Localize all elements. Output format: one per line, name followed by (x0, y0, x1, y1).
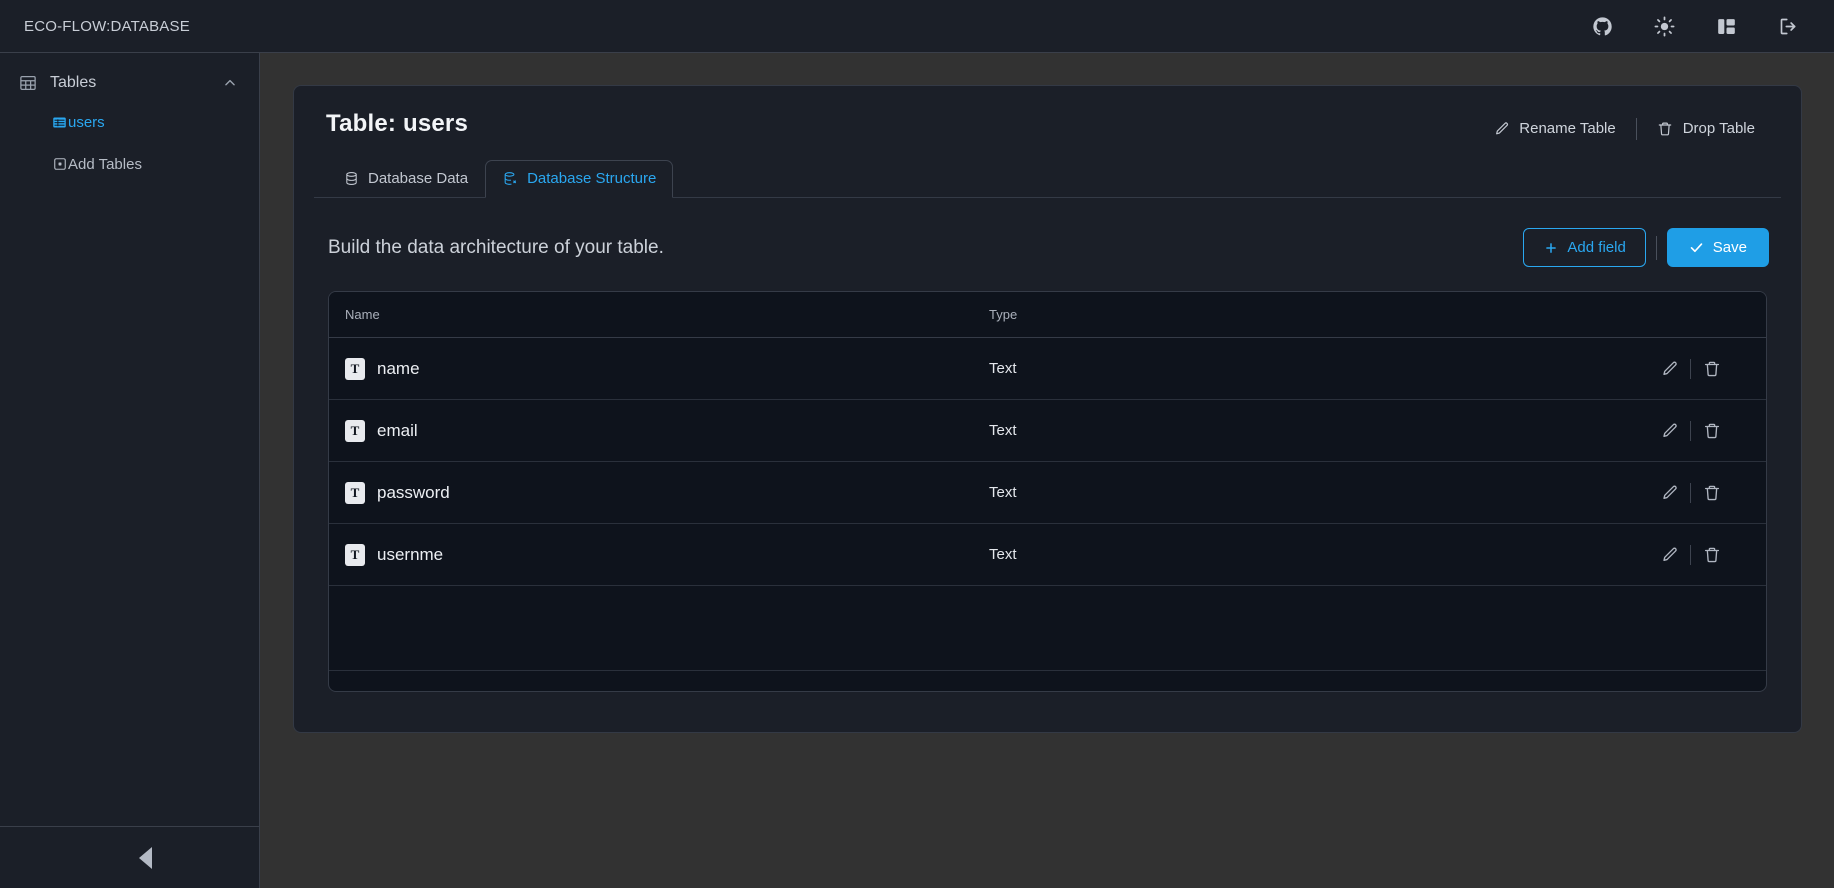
builder-bar: Build the data architecture of your tabl… (294, 198, 1801, 267)
field-name-label: usernme (377, 544, 444, 564)
builder-action-divider (1655, 235, 1657, 260)
field-name-label: password (377, 482, 450, 502)
add-field-button[interactable]: Add field (1523, 228, 1646, 267)
top-bar: ECO-FLOW:DATABASE (0, 0, 1834, 53)
text-type-icon: T (345, 357, 365, 380)
add-square-icon (52, 157, 67, 172)
table-row: T usernme Text (329, 524, 1766, 586)
sidebar-item-add-tables[interactable]: Add Tables (0, 147, 259, 181)
save-button[interactable]: Save (1666, 228, 1769, 267)
column-header-type: Type (989, 307, 1018, 322)
table-row: T name Text (329, 338, 1766, 400)
trash-icon (1657, 120, 1674, 137)
fields-table-header: Name Type (329, 292, 1766, 338)
text-type-icon: T (345, 543, 365, 566)
field-name-cell: T name (329, 357, 989, 380)
tab-bar: Database Data Database Structure (294, 160, 1801, 198)
delete-field-icon[interactable] (1702, 421, 1721, 440)
sidebar-item-add-tables-label: Add Tables (68, 155, 142, 173)
github-icon[interactable] (1590, 14, 1614, 38)
plus-icon (1543, 240, 1558, 255)
row-action-divider (1690, 544, 1691, 565)
table-small-icon (52, 115, 67, 130)
tab-database-structure[interactable]: Database Structure (485, 160, 674, 198)
page-title: Table: users (326, 110, 469, 137)
field-name-label: name (377, 358, 420, 378)
edit-field-icon[interactable] (1660, 359, 1679, 378)
save-label: Save (1712, 239, 1747, 256)
rename-table-button[interactable]: Rename Table (1479, 116, 1629, 141)
edit-field-icon[interactable] (1660, 545, 1679, 564)
drop-table-label: Drop Table (1682, 120, 1755, 137)
sidebar-section-label: Tables (50, 74, 97, 91)
layout-panel-icon[interactable] (1714, 14, 1738, 38)
topbar-actions (1590, 14, 1812, 38)
tab-database-structure-label: Database Structure (527, 170, 657, 187)
tab-database-data-label: Database Data (368, 170, 469, 187)
pencil-icon (1493, 120, 1510, 137)
app-brand: ECO-FLOW:DATABASE (24, 17, 190, 35)
field-name-cell: T usernme (329, 543, 989, 566)
delete-field-icon[interactable] (1702, 359, 1721, 378)
card-header-actions: Rename Table Drop Table (1479, 110, 1769, 141)
logout-icon[interactable] (1776, 14, 1800, 38)
sidebar-item-users[interactable]: users (0, 105, 259, 139)
row-actions (1556, 482, 1766, 503)
text-type-icon: T (345, 419, 365, 442)
row-action-divider (1690, 420, 1691, 441)
row-action-divider (1690, 358, 1691, 379)
sidebar-item-users-label: users (68, 113, 105, 131)
collapse-left-icon (139, 846, 152, 869)
field-type-label: Text (989, 360, 1017, 377)
field-name-cell: T password (329, 481, 989, 504)
tab-database-data[interactable]: Database Data (326, 160, 485, 198)
card-header: Table: users Rename Table Drop Table (294, 86, 1801, 141)
table-row: T password Text (329, 462, 1766, 524)
table-detail-card: Table: users Rename Table Drop Table Dat… (293, 85, 1802, 733)
field-type-label: Text (989, 422, 1017, 439)
sidebar-collapse-button[interactable] (0, 826, 260, 888)
row-actions (1556, 358, 1766, 379)
edit-field-icon[interactable] (1660, 483, 1679, 502)
drop-table-button[interactable]: Drop Table (1643, 116, 1769, 141)
rename-table-label: Rename Table (1519, 120, 1616, 137)
edit-field-icon[interactable] (1660, 421, 1679, 440)
text-type-icon: T (345, 481, 365, 504)
builder-description: Build the data architecture of your tabl… (328, 236, 664, 258)
row-actions (1556, 420, 1766, 441)
sun-icon[interactable] (1652, 14, 1676, 38)
field-type-label: Text (989, 484, 1017, 501)
delete-field-icon[interactable] (1702, 545, 1721, 564)
row-actions (1556, 544, 1766, 565)
fields-table: Name Type T name Text T email Text T pas… (328, 291, 1767, 692)
sidebar-section-tables[interactable]: Tables (0, 61, 259, 105)
chevron-up-icon[interactable] (223, 76, 237, 90)
field-name-label: email (377, 420, 418, 440)
add-field-label: Add field (1567, 239, 1626, 256)
check-icon (1689, 240, 1704, 255)
database-icon (343, 171, 359, 187)
table-row: T email Text (329, 400, 1766, 462)
field-name-cell: T email (329, 419, 989, 442)
row-action-divider (1690, 482, 1691, 503)
field-type-label: Text (989, 546, 1017, 563)
table-icon (18, 73, 38, 93)
header-action-divider (1635, 117, 1637, 140)
builder-actions: Add field Save (1523, 228, 1769, 267)
table-empty-space (329, 586, 1766, 671)
delete-field-icon[interactable] (1702, 483, 1721, 502)
column-header-name: Name (345, 307, 380, 322)
database-structure-icon (502, 171, 518, 187)
sidebar: Tables users Add Tables (0, 53, 260, 826)
